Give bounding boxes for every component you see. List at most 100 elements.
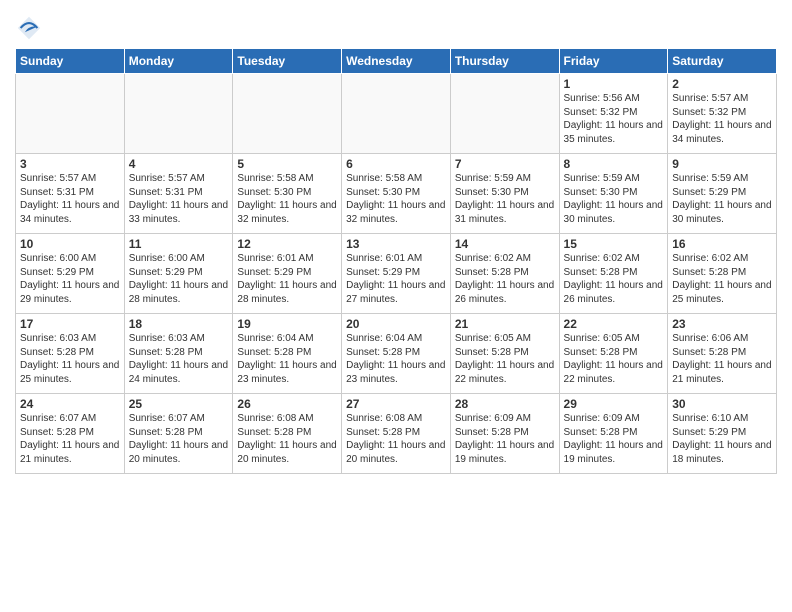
calendar-cell: 29Sunrise: 6:09 AM Sunset: 5:28 PM Dayli… bbox=[559, 394, 668, 474]
header bbox=[15, 10, 777, 42]
day-info: Sunrise: 6:02 AM Sunset: 5:28 PM Dayligh… bbox=[672, 252, 772, 306]
day-info: Sunrise: 6:05 AM Sunset: 5:28 PM Dayligh… bbox=[455, 332, 555, 386]
day-info: Sunrise: 6:07 AM Sunset: 5:28 PM Dayligh… bbox=[129, 412, 229, 466]
day-number: 29 bbox=[564, 397, 664, 411]
weekday-header-row: SundayMondayTuesdayWednesdayThursdayFrid… bbox=[16, 49, 777, 74]
calendar-cell: 7Sunrise: 5:59 AM Sunset: 5:30 PM Daylig… bbox=[450, 154, 559, 234]
weekday-header-monday: Monday bbox=[124, 49, 233, 74]
calendar-cell bbox=[450, 74, 559, 154]
day-number: 2 bbox=[672, 77, 772, 91]
calendar-cell: 14Sunrise: 6:02 AM Sunset: 5:28 PM Dayli… bbox=[450, 234, 559, 314]
day-info: Sunrise: 6:09 AM Sunset: 5:28 PM Dayligh… bbox=[564, 412, 664, 466]
calendar-cell bbox=[124, 74, 233, 154]
day-number: 19 bbox=[237, 317, 337, 331]
day-number: 4 bbox=[129, 157, 229, 171]
day-info: Sunrise: 6:00 AM Sunset: 5:29 PM Dayligh… bbox=[129, 252, 229, 306]
calendar-cell: 8Sunrise: 5:59 AM Sunset: 5:30 PM Daylig… bbox=[559, 154, 668, 234]
calendar-cell: 10Sunrise: 6:00 AM Sunset: 5:29 PM Dayli… bbox=[16, 234, 125, 314]
calendar-cell: 18Sunrise: 6:03 AM Sunset: 5:28 PM Dayli… bbox=[124, 314, 233, 394]
calendar-cell: 27Sunrise: 6:08 AM Sunset: 5:28 PM Dayli… bbox=[342, 394, 451, 474]
calendar-week-row: 3Sunrise: 5:57 AM Sunset: 5:31 PM Daylig… bbox=[16, 154, 777, 234]
day-number: 26 bbox=[237, 397, 337, 411]
day-info: Sunrise: 6:01 AM Sunset: 5:29 PM Dayligh… bbox=[346, 252, 446, 306]
day-number: 16 bbox=[672, 237, 772, 251]
day-info: Sunrise: 6:03 AM Sunset: 5:28 PM Dayligh… bbox=[129, 332, 229, 386]
day-number: 25 bbox=[129, 397, 229, 411]
day-number: 5 bbox=[237, 157, 337, 171]
day-info: Sunrise: 6:03 AM Sunset: 5:28 PM Dayligh… bbox=[20, 332, 120, 386]
weekday-header-friday: Friday bbox=[559, 49, 668, 74]
day-info: Sunrise: 6:09 AM Sunset: 5:28 PM Dayligh… bbox=[455, 412, 555, 466]
calendar-cell: 20Sunrise: 6:04 AM Sunset: 5:28 PM Dayli… bbox=[342, 314, 451, 394]
day-number: 21 bbox=[455, 317, 555, 331]
day-number: 17 bbox=[20, 317, 120, 331]
calendar-cell: 1Sunrise: 5:56 AM Sunset: 5:32 PM Daylig… bbox=[559, 74, 668, 154]
day-number: 30 bbox=[672, 397, 772, 411]
calendar-cell: 15Sunrise: 6:02 AM Sunset: 5:28 PM Dayli… bbox=[559, 234, 668, 314]
day-info: Sunrise: 6:04 AM Sunset: 5:28 PM Dayligh… bbox=[346, 332, 446, 386]
day-number: 9 bbox=[672, 157, 772, 171]
calendar-cell bbox=[16, 74, 125, 154]
weekday-header-wednesday: Wednesday bbox=[342, 49, 451, 74]
calendar-cell: 5Sunrise: 5:58 AM Sunset: 5:30 PM Daylig… bbox=[233, 154, 342, 234]
calendar-cell: 13Sunrise: 6:01 AM Sunset: 5:29 PM Dayli… bbox=[342, 234, 451, 314]
day-info: Sunrise: 6:00 AM Sunset: 5:29 PM Dayligh… bbox=[20, 252, 120, 306]
calendar-cell: 25Sunrise: 6:07 AM Sunset: 5:28 PM Dayli… bbox=[124, 394, 233, 474]
calendar-header: SundayMondayTuesdayWednesdayThursdayFrid… bbox=[16, 49, 777, 74]
logo-icon bbox=[15, 14, 43, 42]
day-number: 27 bbox=[346, 397, 446, 411]
calendar-cell: 12Sunrise: 6:01 AM Sunset: 5:29 PM Dayli… bbox=[233, 234, 342, 314]
calendar-table: SundayMondayTuesdayWednesdayThursdayFrid… bbox=[15, 48, 777, 474]
calendar-cell: 19Sunrise: 6:04 AM Sunset: 5:28 PM Dayli… bbox=[233, 314, 342, 394]
day-number: 14 bbox=[455, 237, 555, 251]
day-info: Sunrise: 5:57 AM Sunset: 5:32 PM Dayligh… bbox=[672, 92, 772, 146]
day-info: Sunrise: 6:07 AM Sunset: 5:28 PM Dayligh… bbox=[20, 412, 120, 466]
day-info: Sunrise: 5:57 AM Sunset: 5:31 PM Dayligh… bbox=[20, 172, 120, 226]
day-info: Sunrise: 6:02 AM Sunset: 5:28 PM Dayligh… bbox=[564, 252, 664, 306]
calendar-cell: 6Sunrise: 5:58 AM Sunset: 5:30 PM Daylig… bbox=[342, 154, 451, 234]
day-number: 22 bbox=[564, 317, 664, 331]
day-number: 23 bbox=[672, 317, 772, 331]
day-number: 28 bbox=[455, 397, 555, 411]
calendar-cell: 4Sunrise: 5:57 AM Sunset: 5:31 PM Daylig… bbox=[124, 154, 233, 234]
day-info: Sunrise: 5:57 AM Sunset: 5:31 PM Dayligh… bbox=[129, 172, 229, 226]
day-info: Sunrise: 6:06 AM Sunset: 5:28 PM Dayligh… bbox=[672, 332, 772, 386]
calendar-cell: 16Sunrise: 6:02 AM Sunset: 5:28 PM Dayli… bbox=[668, 234, 777, 314]
logo bbox=[15, 14, 45, 42]
calendar-cell: 24Sunrise: 6:07 AM Sunset: 5:28 PM Dayli… bbox=[16, 394, 125, 474]
weekday-header-sunday: Sunday bbox=[16, 49, 125, 74]
day-info: Sunrise: 5:58 AM Sunset: 5:30 PM Dayligh… bbox=[237, 172, 337, 226]
calendar-cell: 22Sunrise: 6:05 AM Sunset: 5:28 PM Dayli… bbox=[559, 314, 668, 394]
day-info: Sunrise: 5:59 AM Sunset: 5:30 PM Dayligh… bbox=[564, 172, 664, 226]
day-info: Sunrise: 6:01 AM Sunset: 5:29 PM Dayligh… bbox=[237, 252, 337, 306]
day-number: 18 bbox=[129, 317, 229, 331]
day-info: Sunrise: 5:58 AM Sunset: 5:30 PM Dayligh… bbox=[346, 172, 446, 226]
day-info: Sunrise: 6:08 AM Sunset: 5:28 PM Dayligh… bbox=[237, 412, 337, 466]
day-number: 20 bbox=[346, 317, 446, 331]
calendar-cell: 11Sunrise: 6:00 AM Sunset: 5:29 PM Dayli… bbox=[124, 234, 233, 314]
calendar-cell: 26Sunrise: 6:08 AM Sunset: 5:28 PM Dayli… bbox=[233, 394, 342, 474]
day-info: Sunrise: 6:10 AM Sunset: 5:29 PM Dayligh… bbox=[672, 412, 772, 466]
calendar-cell: 23Sunrise: 6:06 AM Sunset: 5:28 PM Dayli… bbox=[668, 314, 777, 394]
day-info: Sunrise: 5:56 AM Sunset: 5:32 PM Dayligh… bbox=[564, 92, 664, 146]
calendar-week-row: 10Sunrise: 6:00 AM Sunset: 5:29 PM Dayli… bbox=[16, 234, 777, 314]
calendar-cell: 28Sunrise: 6:09 AM Sunset: 5:28 PM Dayli… bbox=[450, 394, 559, 474]
day-number: 15 bbox=[564, 237, 664, 251]
day-number: 10 bbox=[20, 237, 120, 251]
calendar-cell: 30Sunrise: 6:10 AM Sunset: 5:29 PM Dayli… bbox=[668, 394, 777, 474]
day-number: 24 bbox=[20, 397, 120, 411]
day-number: 11 bbox=[129, 237, 229, 251]
day-info: Sunrise: 5:59 AM Sunset: 5:29 PM Dayligh… bbox=[672, 172, 772, 226]
day-info: Sunrise: 6:02 AM Sunset: 5:28 PM Dayligh… bbox=[455, 252, 555, 306]
calendar-body: 1Sunrise: 5:56 AM Sunset: 5:32 PM Daylig… bbox=[16, 74, 777, 474]
day-info: Sunrise: 6:04 AM Sunset: 5:28 PM Dayligh… bbox=[237, 332, 337, 386]
day-number: 12 bbox=[237, 237, 337, 251]
page: SundayMondayTuesdayWednesdayThursdayFrid… bbox=[0, 0, 792, 612]
calendar-cell: 2Sunrise: 5:57 AM Sunset: 5:32 PM Daylig… bbox=[668, 74, 777, 154]
weekday-header-saturday: Saturday bbox=[668, 49, 777, 74]
day-number: 6 bbox=[346, 157, 446, 171]
calendar-cell bbox=[233, 74, 342, 154]
day-number: 13 bbox=[346, 237, 446, 251]
calendar-cell: 21Sunrise: 6:05 AM Sunset: 5:28 PM Dayli… bbox=[450, 314, 559, 394]
day-number: 8 bbox=[564, 157, 664, 171]
